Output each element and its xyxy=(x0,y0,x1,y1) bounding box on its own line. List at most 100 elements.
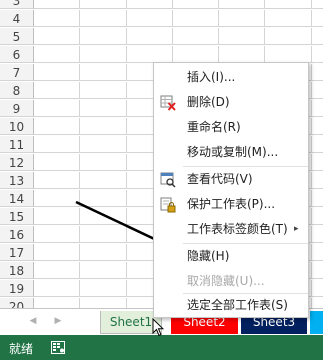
grid-cell[interactable] xyxy=(80,244,127,261)
row-header[interactable]: 17 xyxy=(0,244,34,261)
grid-cell[interactable] xyxy=(173,10,219,27)
grid-cell[interactable] xyxy=(173,28,219,45)
grid-cell[interactable] xyxy=(34,226,80,243)
grid-cell[interactable] xyxy=(34,46,80,63)
grid-cell[interactable] xyxy=(80,64,127,81)
grid-cell[interactable] xyxy=(34,298,80,308)
row-header[interactable]: 6 xyxy=(0,46,34,63)
grid-cell[interactable] xyxy=(312,280,323,297)
grid-cell[interactable] xyxy=(34,154,80,171)
menu-item-rename[interactable]: 重命名(R) xyxy=(154,115,308,140)
grid-cell[interactable] xyxy=(127,10,173,27)
scroll-tabs-right-icon[interactable]: ▶ xyxy=(52,315,64,327)
row-header[interactable]: 13 xyxy=(0,172,34,189)
grid-cell[interactable] xyxy=(312,208,323,225)
row-header[interactable]: 19 xyxy=(0,280,34,297)
grid-cell[interactable] xyxy=(34,82,80,99)
row-header[interactable]: 7 xyxy=(0,64,34,81)
row-header[interactable]: 14 xyxy=(0,190,34,207)
grid-cell[interactable] xyxy=(34,64,80,81)
scroll-tabs-left-icon[interactable]: ◀ xyxy=(27,315,39,327)
grid-cell[interactable] xyxy=(173,46,219,63)
grid-cell[interactable] xyxy=(34,100,80,117)
grid-cell[interactable] xyxy=(34,28,80,45)
grid-cell[interactable] xyxy=(34,118,80,135)
grid-cell[interactable] xyxy=(312,154,323,171)
menu-item-insert[interactable]: 插入(I)... xyxy=(154,65,308,90)
grid-cell[interactable] xyxy=(34,136,80,153)
grid-cell[interactable] xyxy=(312,226,323,243)
grid-cell[interactable] xyxy=(80,118,127,135)
macro-record-icon[interactable] xyxy=(51,341,65,354)
grid-cell[interactable] xyxy=(80,280,127,297)
menu-item-select-all-sheets[interactable]: 选定全部工作表(S) xyxy=(154,293,308,318)
row-header[interactable]: 4 xyxy=(0,10,34,27)
row-header[interactable]: 20 xyxy=(0,298,34,308)
grid-cell[interactable] xyxy=(80,298,127,308)
row-header[interactable]: 12 xyxy=(0,154,34,171)
grid-cell[interactable] xyxy=(219,46,265,63)
grid-cell[interactable] xyxy=(265,28,312,45)
grid-cell[interactable] xyxy=(34,172,80,189)
grid-cell[interactable] xyxy=(34,244,80,261)
grid-cell[interactable] xyxy=(80,0,127,9)
grid-cell[interactable] xyxy=(80,28,127,45)
menu-item-tab-color[interactable]: 工作表标签颜色(T) ▸ xyxy=(154,217,308,242)
grid-cell[interactable] xyxy=(312,82,323,99)
row-header[interactable]: 16 xyxy=(0,226,34,243)
grid-cell[interactable] xyxy=(80,190,127,207)
grid-cell[interactable] xyxy=(80,226,127,243)
grid-cell[interactable] xyxy=(219,10,265,27)
grid-cell[interactable] xyxy=(312,244,323,261)
grid-cell[interactable] xyxy=(34,262,80,279)
menu-item-view-code[interactable]: 查看代码(V) xyxy=(154,167,308,192)
grid-cell[interactable] xyxy=(312,298,323,308)
menu-item-move-copy[interactable]: 移动或复制(M)... xyxy=(154,140,308,165)
grid-cell[interactable] xyxy=(265,10,312,27)
menu-item-protect-sheet[interactable]: 保护工作表(P)... xyxy=(154,192,308,217)
grid-cell[interactable] xyxy=(312,10,323,27)
grid-cell[interactable] xyxy=(127,46,173,63)
tab-sheet4[interactable] xyxy=(310,311,323,334)
grid-cell[interactable] xyxy=(34,280,80,297)
menu-item-hide[interactable]: 隐藏(H) xyxy=(154,244,308,269)
grid-cell[interactable] xyxy=(312,46,323,63)
row-header[interactable]: 10 xyxy=(0,118,34,135)
grid-cell[interactable] xyxy=(219,0,265,9)
grid-cell[interactable] xyxy=(34,190,80,207)
row-header[interactable]: 11 xyxy=(0,136,34,153)
grid-cell[interactable] xyxy=(312,190,323,207)
grid-cell[interactable] xyxy=(34,208,80,225)
grid-cell[interactable] xyxy=(34,10,80,27)
grid-cell[interactable] xyxy=(127,0,173,9)
grid-cell[interactable] xyxy=(312,262,323,279)
grid-cell[interactable] xyxy=(265,0,312,9)
grid-cell[interactable] xyxy=(80,82,127,99)
grid-cell[interactable] xyxy=(312,64,323,81)
grid-cell[interactable] xyxy=(173,0,219,9)
menu-item-delete[interactable]: 删除(D) xyxy=(154,90,308,115)
grid-cell[interactable] xyxy=(312,172,323,189)
grid-cell[interactable] xyxy=(312,100,323,117)
row-header[interactable]: 15 xyxy=(0,208,34,225)
grid-cell[interactable] xyxy=(312,0,323,9)
row-header[interactable]: 9 xyxy=(0,100,34,117)
grid-cell[interactable] xyxy=(265,46,312,63)
grid-cell[interactable] xyxy=(34,0,80,9)
grid-cell[interactable] xyxy=(80,172,127,189)
row-header[interactable]: 18 xyxy=(0,262,34,279)
grid-cell[interactable] xyxy=(312,118,323,135)
grid-cell[interactable] xyxy=(127,28,173,45)
grid-cell[interactable] xyxy=(80,208,127,225)
row-header[interactable]: 5 xyxy=(0,28,34,45)
grid-cell[interactable] xyxy=(80,262,127,279)
grid-cell[interactable] xyxy=(312,136,323,153)
row-header[interactable]: 3 xyxy=(0,0,34,9)
grid-cell[interactable] xyxy=(312,28,323,45)
grid-cell[interactable] xyxy=(80,100,127,117)
grid-cell[interactable] xyxy=(80,154,127,171)
grid-cell[interactable] xyxy=(219,28,265,45)
grid-cell[interactable] xyxy=(80,136,127,153)
grid-cell[interactable] xyxy=(80,46,127,63)
grid-cell[interactable] xyxy=(80,10,127,27)
